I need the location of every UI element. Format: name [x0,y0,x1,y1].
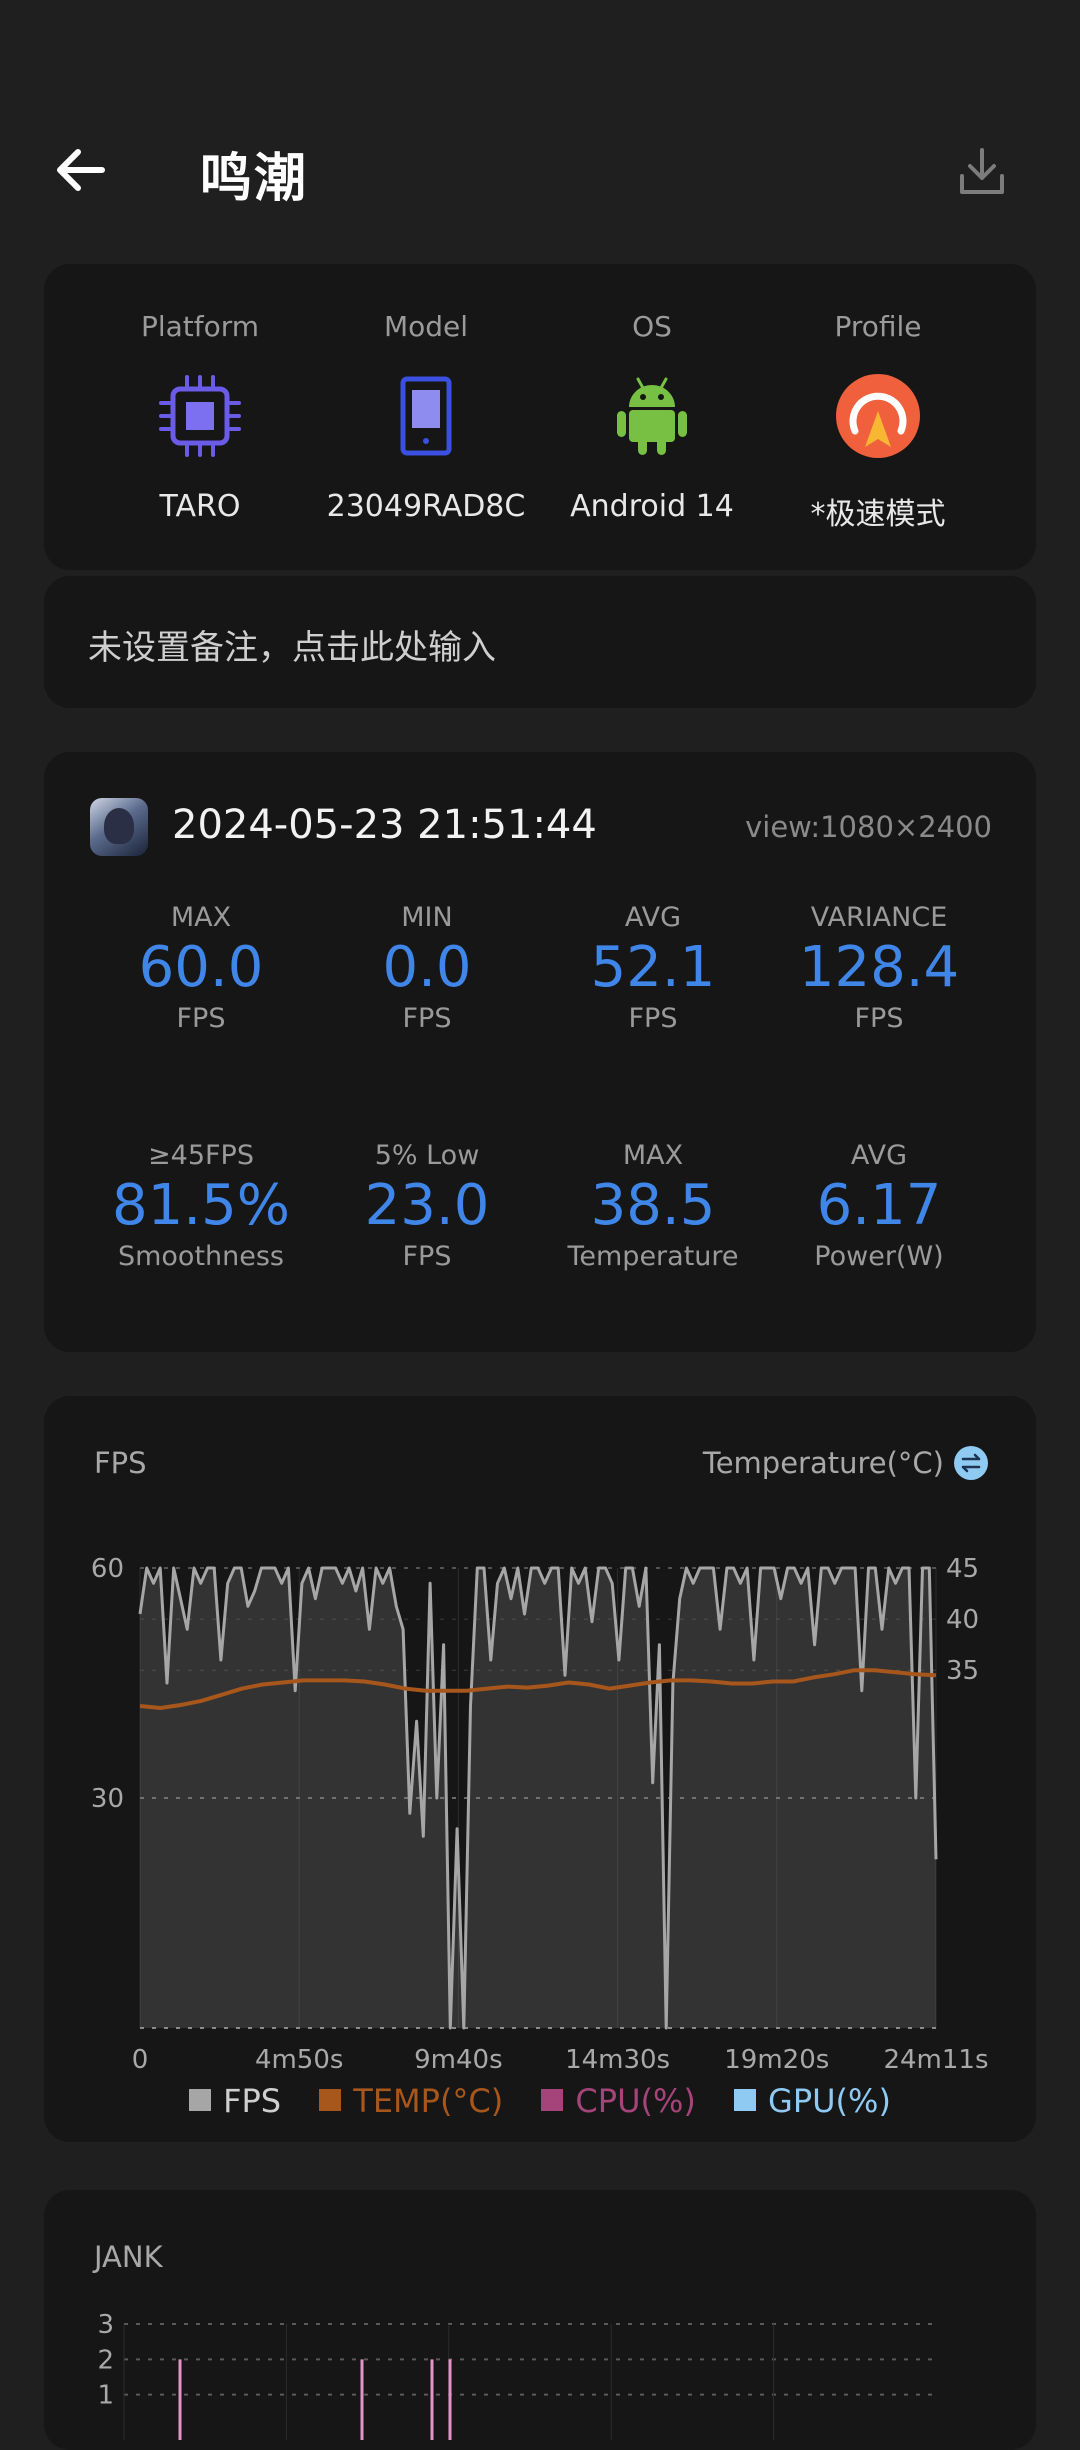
legend-gpu-swatch [734,2089,757,2111]
game-avatar [90,798,148,856]
stat-unit: FPS [854,1003,904,1034]
stat-variance: VARIANCE 128.4 FPS [764,902,994,1034]
legend-cpu[interactable]: CPU(%) [541,2082,696,2120]
jank-y-tick-label: 1 [97,2381,114,2411]
stat-max-fps: MAX 60.0 FPS [86,902,316,1034]
legend-fps-label: FPS [223,2082,282,2120]
x-tick-label: 4m50s [255,2045,344,2075]
stat-label: MIN [401,902,453,933]
top-bar: 鸣潮 [0,100,1080,240]
right-axis-title: Temperature(°C) [702,1446,944,1480]
stat-label: MAX [170,902,232,933]
model-column: Model 23049RAD8C [316,310,536,524]
platform-column: Platform TARO [90,310,310,524]
stat-label: VARIANCE [810,902,948,933]
platform-value: TARO [159,489,241,524]
y-left-tick-label: 30 [91,1784,124,1814]
stat-label: AVG [624,902,682,933]
legend-temp-swatch [319,2089,342,2111]
android-icon [617,377,687,455]
x-tick-label: 9m40s [414,2045,503,2075]
stat-unit: Temperature [567,1241,739,1272]
legend-cpu-swatch [541,2089,564,2111]
y-right-tick-label: 40 [946,1605,979,1635]
fps-chart-card: FPS Temperature(°C) 60 30 45 40 35 0 4m50s 9m40… [44,1396,1036,2142]
stat-avg-power: AVG 6.17 Power(W) [764,1140,994,1272]
jank-chart-title: JANK [94,2240,163,2274]
stat-value: 52.1 [590,935,716,1000]
swap-icon[interactable] [954,1446,988,1480]
legend-gpu[interactable]: GPU(%) [734,2082,891,2120]
stat-unit: FPS [176,1003,226,1034]
legend-cpu-label: CPU(%) [575,2082,696,2120]
device-info-card: Platform TARO Model 23049RAD8C OS Androi… [44,264,1036,570]
y-right-tick-label: 45 [946,1554,979,1584]
stat-value: 23.0 [364,1173,490,1238]
legend-gpu-label: GPU(%) [768,2082,891,2120]
stat-unit: FPS [628,1003,678,1034]
stat-label: AVG [850,1140,908,1171]
stat-5pct-low: 5% Low 23.0 FPS [312,1140,542,1272]
stat-unit: Power(W) [814,1241,944,1272]
stat-max-temperature: MAX 38.5 Temperature [538,1140,768,1272]
stat-avg-fps: AVG 52.1 FPS [538,902,768,1034]
fps-chart: 60 30 45 40 35 0 4m50s 9m40s 14m30s 19m20s 24m11s [91,1554,989,2075]
stat-min-fps: MIN 0.0 FPS [312,902,542,1034]
cpu-icon [159,375,241,457]
page-title: 鸣潮 [200,149,309,209]
x-tick-label: 19m20s [724,2045,829,2075]
stat-value: 60.0 [138,935,264,1000]
x-tick-label: 24m11s [883,2045,988,2075]
jank-chart-card: JANK 3 2 1 [44,2190,1036,2450]
note-placeholder[interactable]: 未设置备注，点击此处输入 [88,620,496,669]
speed-mode-icon [836,374,920,458]
right-axis-selector[interactable]: Temperature(°C) [703,1446,988,1480]
stat-smoothness: ≥45FPS 81.5% Smoothness [86,1140,316,1272]
stat-value: 0.0 [382,935,472,1000]
model-heading: Model [383,310,469,343]
legend-temp[interactable]: TEMP(°C) [319,2082,503,2120]
view-resolution: view:1080×2400 [745,810,992,844]
stat-value: 38.5 [590,1173,716,1238]
session-datetime: 2024-05-23 21:51:44 [172,802,597,848]
fps-chart-title: FPS [94,1446,147,1480]
os-value: Android 14 [570,489,734,524]
model-value: 23049RAD8C [326,489,526,524]
stat-value: 81.5% [112,1173,290,1238]
profile-value: *极速模式 [810,497,946,532]
back-arrow-icon[interactable] [50,140,110,200]
note-card[interactable]: 未设置备注，点击此处输入 [44,576,1036,708]
os-heading: OS [632,310,672,343]
download-icon[interactable] [954,144,1010,200]
y-right-tick-label: 35 [946,1656,979,1686]
stat-unit: FPS [402,1241,452,1272]
phone-icon [400,376,452,456]
platform-heading: Platform [140,310,260,343]
x-tick-label: 0 [132,2045,149,2075]
legend-temp-label: TEMP(°C) [353,2082,504,2120]
stat-unit: Smoothness [117,1241,285,1272]
legend-fps-swatch [189,2089,212,2111]
stat-label: MAX [622,1140,684,1171]
jank-y-tick-label: 3 [97,2310,114,2340]
stat-label: ≥45FPS [148,1140,254,1171]
y-left-tick-label: 60 [91,1554,124,1584]
jank-y-tick-label: 2 [97,2345,114,2375]
jank-chart: 3 2 1 [97,2310,936,2440]
session-stats-card: 2024-05-23 21:51:44 view:1080×2400 MAX 6… [44,752,1036,1352]
os-column: OS Android 14 [542,310,762,524]
stat-value: 6.17 [816,1173,942,1238]
profile-column: Profile *极速模式 [768,310,988,533]
stat-label: 5% Low [374,1140,480,1171]
stat-unit: FPS [402,1003,452,1034]
x-tick-label: 14m30s [565,2045,670,2075]
fps-chart-legend: FPS TEMP(°C) CPU(%) GPU(%) [44,2082,1036,2120]
legend-fps[interactable]: FPS [189,2082,281,2120]
stat-value: 128.4 [798,935,960,1000]
profile-heading: Profile [834,310,922,343]
